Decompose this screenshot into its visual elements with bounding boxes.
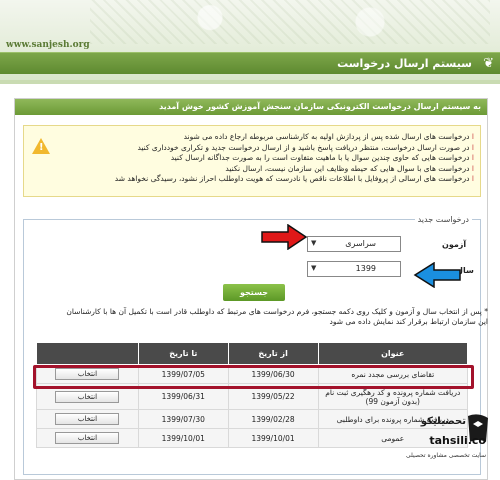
row-to: 1399/10/01 — [137, 428, 229, 448]
select-button[interactable]: انتخاب — [55, 413, 120, 425]
exam-select-value: سراسری — [345, 239, 376, 248]
title-bar: سیستم ارسال درخواست ❦ — [0, 52, 500, 74]
header-stripe — [0, 80, 500, 84]
year-select[interactable]: 1399 ▼ — [307, 261, 401, 277]
arrow-left-icon — [413, 262, 461, 288]
search-hint: * پس از انتخاب سال و آزمون و کلیک روی دک… — [66, 307, 488, 326]
column-title: عنوان — [317, 342, 468, 365]
notice-item: ا درخواست هایی که حاوی چندین سوال یا با … — [170, 153, 474, 162]
search-button[interactable]: جستجو — [223, 284, 285, 301]
row-to: 1399/07/30 — [137, 409, 229, 429]
notice-item: ا در صورت ارسال درخواست، منتظر دریافت پا… — [137, 142, 474, 152]
exam-label: آزمون — [442, 240, 467, 249]
notice-item: ا درخواست های ارسالی از پروفایل با اطلاع… — [114, 174, 474, 183]
column-from: از تاریخ — [227, 342, 319, 365]
header-banner: www.sanjesh.org سیستم ارسال درخواست ❦ — [0, 0, 500, 80]
row-action-cell: انتخاب — [36, 409, 139, 429]
swirl-icon: ❦ — [483, 56, 494, 71]
row-action-cell: انتخاب — [36, 428, 139, 448]
chevron-down-icon: ▼ — [311, 264, 317, 272]
arrow-right-icon — [261, 224, 308, 250]
new-request-legend: درخواست جدید — [417, 215, 469, 224]
notice-list: ا درخواست های ارسال شده پس از پردازش اول… — [54, 132, 474, 185]
notice-item: ا درخواست های ارسال شده پس از پردازش اول… — [183, 132, 474, 141]
highlight-frame — [33, 365, 474, 389]
notice-item: ا درخواست های با سوال هایی که حیطه وظایف… — [225, 163, 474, 173]
site-url[interactable]: www.sanjesh.org — [6, 40, 90, 50]
page-title: سیستم ارسال درخواست — [337, 57, 472, 70]
warning-icon: ! — [32, 138, 50, 154]
watermark-domain: tahsili.co — [429, 434, 486, 447]
panel-heading: به سیستم ارسال درخواست الکترونیکی سازمان… — [15, 99, 487, 115]
watermark: تحصیلیکو tahsili.co سایت تخصصی مشاوره تح… — [396, 412, 492, 472]
notice-box: ! ا درخواست های ارسال شده پس از پردازش ا… — [23, 125, 481, 197]
exam-select[interactable]: سراسری ▼ — [307, 236, 401, 252]
select-button[interactable]: انتخاب — [55, 390, 120, 403]
row-from: 1399/02/28 — [227, 409, 319, 429]
year-select-value: 1399 — [355, 264, 376, 273]
row-from: 1399/10/01 — [227, 428, 319, 448]
column-action — [36, 342, 139, 365]
banner-ornament — [90, 0, 490, 44]
table-header-row: عنوان از تاریخ تا تاریخ — [36, 342, 468, 365]
column-to: تا تاریخ — [137, 342, 229, 365]
watermark-brand: تحصیلیکو — [420, 416, 466, 427]
chevron-down-icon: ▼ — [311, 239, 317, 247]
select-button[interactable]: انتخاب — [55, 432, 120, 444]
watermark-tagline: سایت تخصصی مشاوره تحصیلی — [406, 452, 486, 459]
